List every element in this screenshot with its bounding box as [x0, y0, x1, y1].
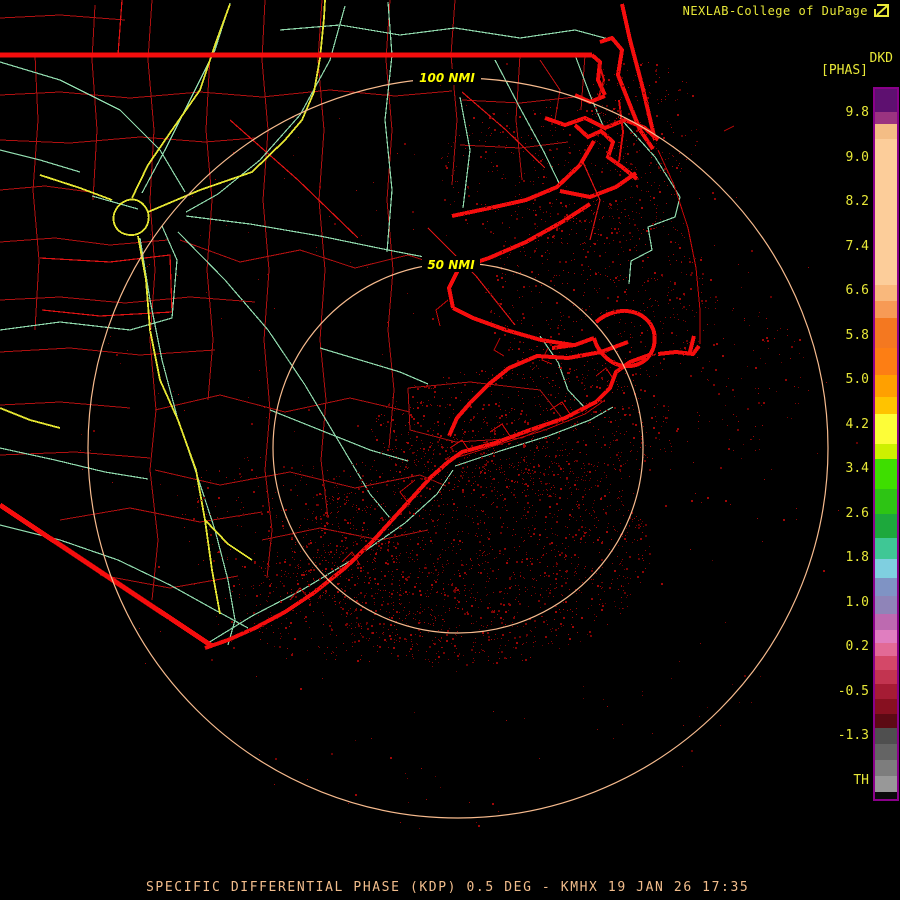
color-scale-segment: [875, 670, 897, 684]
color-scale-tick: 6.6: [845, 283, 869, 298]
brand: NEXLAB-College of DuPage: [683, 4, 890, 18]
brand-text: NEXLAB-College of DuPage: [682, 4, 868, 18]
color-scale-segment: [875, 285, 897, 301]
color-scale-segment: [875, 714, 897, 728]
units-label: [PHAS]: [821, 63, 868, 78]
color-scale-segment: [875, 348, 897, 375]
color-scale-tick: 8.2: [845, 194, 869, 209]
color-scale-segment: [875, 414, 897, 444]
color-scale-segment: [875, 578, 897, 596]
color-scale-segment: [875, 375, 897, 397]
kdp-speckle-field: [80, 62, 858, 829]
range-ring-label: 50 NMI: [422, 256, 480, 272]
range-rings: [87, 77, 829, 819]
county-lines-bright: [39, 0, 601, 326]
color-scale-segment: [875, 89, 897, 112]
color-scale-tick: TH: [853, 773, 869, 788]
color-scale-segment: [875, 728, 897, 744]
color-scale-segment: [875, 614, 897, 630]
color-scale-segment: [875, 559, 897, 578]
color-scale-segment: [875, 124, 897, 139]
color-scale-segment: [875, 397, 897, 414]
range-ring-100nmi: [87, 77, 829, 819]
color-scale-segment: [875, 538, 897, 559]
color-scale-tick: 7.4: [845, 239, 869, 254]
range-ring-label: 100 NMI: [413, 69, 481, 85]
color-scale-segment: [875, 514, 897, 538]
state-borders: [0, 52, 592, 649]
color-scale-tick: 0.2: [845, 639, 869, 654]
color-scale-bar: [873, 87, 899, 801]
product-code: DKD: [869, 51, 893, 66]
color-scale-tick: 9.0: [845, 150, 869, 165]
color-scale-tick: 1.8: [845, 550, 869, 565]
color-scale-segment: [875, 643, 897, 656]
color-scale-segment: [875, 699, 897, 714]
color-scale-segment: [875, 760, 897, 776]
color-scale-segment: [875, 444, 897, 459]
cod-logo-icon: [874, 4, 889, 17]
product-caption: SPECIFIC DIFFERENTIAL PHASE (KDP) 0.5 DE…: [146, 880, 750, 895]
county-lines: [0, 0, 586, 601]
color-scale-segment: [875, 630, 897, 643]
color-scale-segment: [875, 656, 897, 670]
color-scale-segment: [875, 684, 897, 699]
coastline: [204, 3, 701, 650]
color-scale-tick: 9.8: [845, 105, 869, 120]
color-scale-segment: [875, 301, 897, 318]
color-scale-tick: -1.3: [837, 728, 869, 743]
coast-detail: [289, 125, 735, 601]
color-scale-tick: 2.6: [845, 506, 869, 521]
color-scale-segment: [875, 489, 897, 514]
color-scale-segment: [875, 744, 897, 760]
color-scale-tick: 5.0: [845, 372, 869, 387]
color-scale-tick: 4.2: [845, 417, 869, 432]
color-scale-segment: [875, 459, 897, 489]
radar-map: 100 NMI 50 NMI: [0, 0, 858, 829]
svg-text:50 NMI: 50 NMI: [427, 258, 475, 272]
color-scale-segment: [875, 792, 897, 799]
color-scale-tick: -0.5: [837, 684, 869, 699]
color-scale-segment: [875, 318, 897, 348]
color-scale-segment: [875, 139, 897, 285]
color-scale-segment: [875, 112, 897, 124]
svg-text:100 NMI: 100 NMI: [419, 71, 475, 85]
color-scale-tick: 5.8: [845, 328, 869, 343]
range-ring-50nmi: [272, 262, 644, 634]
color-scale-tick: 3.4: [845, 461, 869, 476]
radar-display: 100 NMI 50 NMI NEXLAB-College of DuPage D…: [0, 0, 900, 900]
color-scale-segment: [875, 776, 897, 792]
color-scale-segment: [875, 596, 897, 614]
color-scale-tick: 1.0: [845, 595, 869, 610]
